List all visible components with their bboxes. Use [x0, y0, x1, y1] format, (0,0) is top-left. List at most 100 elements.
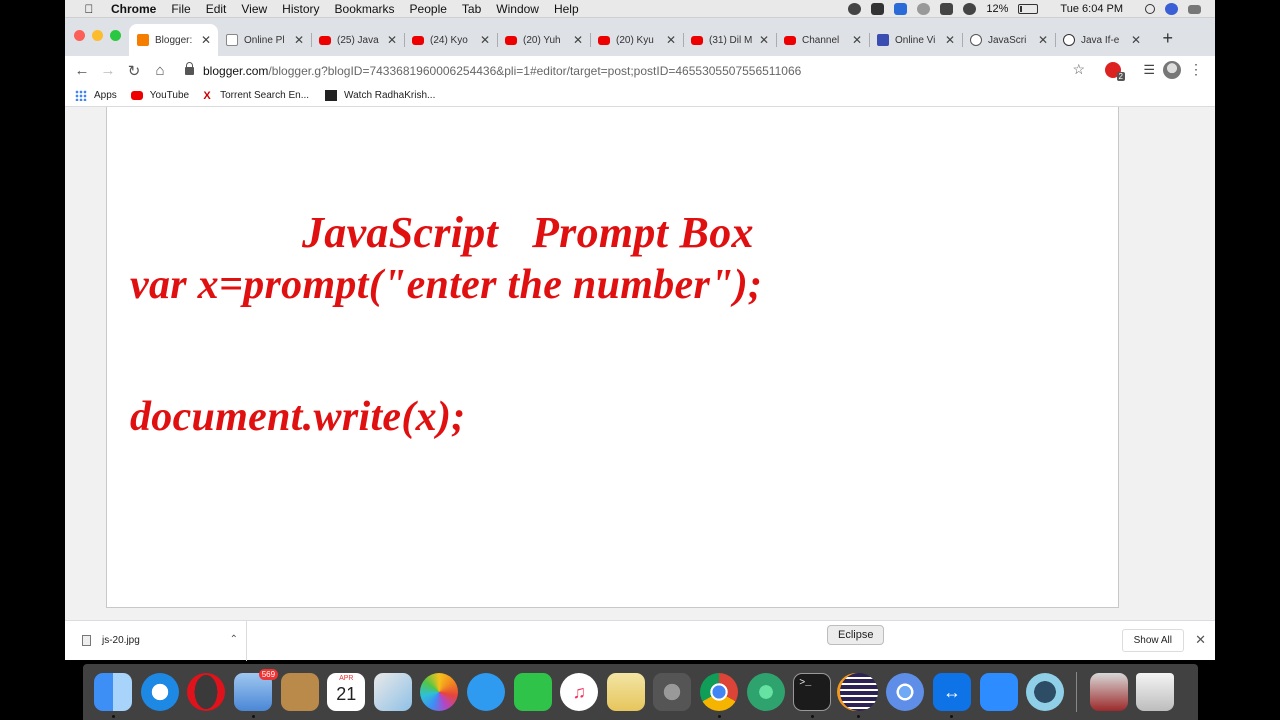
apple-icon[interactable]:  [79, 2, 99, 16]
dock-downloads-stack[interactable] [1085, 664, 1132, 720]
dock-safari[interactable] [137, 664, 184, 720]
reload-button[interactable]: ↻ [121, 62, 147, 80]
chrome-menu-icon[interactable]: ⋮ [1189, 61, 1203, 78]
status-area: 12% Tue 6:04 PM [848, 0, 1201, 18]
show-all-button[interactable]: Show All [1121, 629, 1184, 652]
dock-terminal[interactable]: >_ [789, 664, 836, 720]
dock-messages[interactable] [463, 664, 510, 720]
close-tab-icon[interactable]: ✕ [665, 33, 677, 47]
back-button[interactable]: ← [69, 62, 95, 79]
atom-icon [746, 673, 785, 711]
dock-textedit[interactable] [603, 664, 650, 720]
menu-window[interactable]: Window [496, 2, 539, 16]
menu-app-name[interactable]: Chrome [111, 2, 156, 16]
close-tab-icon[interactable]: ✕ [758, 33, 770, 47]
dock-photos[interactable] [416, 664, 463, 720]
dock-quicktime[interactable] [1022, 664, 1069, 720]
sync-icon[interactable] [848, 3, 862, 15]
address-bar[interactable]: blogger.com/blogger.g?blogID=74336819600… [175, 58, 1095, 83]
tab-10[interactable]: JavaScri ✕ [962, 24, 1055, 56]
forward-button[interactable]: → [95, 62, 121, 79]
close-tab-icon[interactable]: ✕ [200, 33, 212, 47]
bookmark-youtube[interactable]: YouTube [130, 90, 189, 101]
siri-icon[interactable] [1165, 3, 1178, 15]
extension-icon[interactable]: 2 [1105, 62, 1125, 81]
bookmark-torrent-search[interactable]: X Torrent Search En... [201, 90, 309, 102]
spotlight-icon[interactable] [1145, 4, 1155, 14]
menu-tab[interactable]: Tab [462, 2, 481, 16]
calendar-icon: APR 21 [327, 673, 366, 711]
dock-mail[interactable]: 569 [230, 664, 279, 720]
dock-trash[interactable] [1132, 664, 1179, 720]
menu-edit[interactable]: Edit [206, 2, 227, 16]
tab-5[interactable]: (20) Yuh ✕ [497, 24, 590, 56]
bookmark-apps[interactable]: Apps [75, 90, 117, 101]
dock-opera[interactable] [183, 664, 230, 720]
menu-file[interactable]: File [171, 2, 190, 16]
dock-facetime[interactable] [509, 664, 556, 720]
tab-7[interactable]: (31) Dil M ✕ [683, 24, 776, 56]
dropbox-icon[interactable] [871, 3, 885, 15]
notification-center-icon[interactable] [1188, 4, 1201, 14]
bookmark-watch-radhakrishn[interactable]: Watch RadhaKrish... [325, 90, 435, 101]
bookmark-label: Watch RadhaKrish... [344, 90, 436, 101]
teamviewer-status-icon[interactable] [894, 3, 908, 15]
airplay-icon[interactable] [940, 3, 954, 15]
tab-11[interactable]: Java If-e ✕ [1055, 24, 1148, 56]
close-tab-icon[interactable]: ✕ [293, 33, 305, 47]
menu-bookmarks[interactable]: Bookmarks [335, 2, 395, 16]
bookmark-star-icon[interactable]: ☆ [1072, 61, 1085, 78]
home-button[interactable]: ⌂ [147, 62, 173, 79]
close-tab-icon[interactable]: ✕ [944, 33, 956, 47]
menu-clock[interactable]: Tue 6:04 PM [1060, 3, 1123, 15]
dock-notes[interactable] [276, 664, 323, 720]
tab-1[interactable]: Blogger: ✕ [129, 24, 218, 56]
menu-people[interactable]: People [410, 2, 447, 16]
dock-preview[interactable] [370, 664, 417, 720]
close-window-button[interactable] [74, 30, 85, 41]
dock-chrome[interactable] [696, 664, 743, 720]
close-tab-icon[interactable]: ✕ [386, 33, 398, 47]
close-tab-icon[interactable]: ✕ [851, 33, 863, 47]
tab-8[interactable]: Channel ✕ [776, 24, 869, 56]
dock-eclipse[interactable] [836, 664, 883, 720]
battery-percent: 12% [986, 3, 1009, 15]
close-tab-icon[interactable]: ✕ [1130, 33, 1142, 47]
close-tab-icon[interactable]: ✕ [1037, 33, 1049, 47]
profile-avatar[interactable] [1163, 61, 1181, 79]
minimize-window-button[interactable] [92, 30, 103, 41]
media-controls-icon[interactable]: ☰ [1143, 62, 1155, 78]
tab-9[interactable]: Online Vi ✕ [869, 24, 962, 56]
new-tab-button[interactable]: + [1162, 28, 1173, 49]
headphones-icon[interactable] [917, 3, 931, 15]
menu-history[interactable]: History [282, 2, 319, 16]
battery-icon[interactable] [1018, 4, 1039, 14]
chromium-icon [886, 673, 925, 711]
close-tab-icon[interactable]: ✕ [479, 33, 491, 47]
close-tab-icon[interactable]: ✕ [572, 33, 584, 47]
menu-view[interactable]: View [241, 2, 267, 16]
browser-toolbar: ← → ↻ ⌂ blogger.com/blogger.g?blogID=743… [65, 56, 1215, 85]
dock-atom[interactable] [742, 664, 789, 720]
download-item[interactable]: js-20.jpg ⌃ [65, 620, 247, 661]
lock-icon[interactable] [185, 61, 194, 75]
dock-finder[interactable] [90, 664, 137, 720]
chevron-up-icon[interactable]: ⌃ [230, 634, 238, 645]
dock-system-preferences[interactable] [649, 664, 696, 720]
dock-chromium[interactable] [882, 664, 929, 720]
tab-4[interactable]: (24) Kyo ✕ [404, 24, 497, 56]
menu-help[interactable]: Help [554, 2, 579, 16]
notebook-icon [280, 673, 319, 711]
wifi-icon[interactable] [963, 3, 977, 15]
close-downloads-icon[interactable]: ✕ [1195, 632, 1206, 648]
tab-2[interactable]: Online Pl ✕ [218, 24, 311, 56]
tab-3[interactable]: (25) Java ✕ [311, 24, 404, 56]
tab-6[interactable]: (20) Kyu ✕ [590, 24, 683, 56]
youtube-icon [319, 35, 331, 45]
dock-teamviewer[interactable]: ↔ [929, 664, 976, 720]
dock-calendar[interactable]: APR 21 [323, 664, 370, 720]
dock-zoom[interactable] [975, 664, 1022, 720]
music-icon: ♫ [560, 673, 599, 711]
zoom-window-button[interactable] [110, 30, 121, 41]
dock-music[interactable]: ♫ [556, 664, 603, 720]
